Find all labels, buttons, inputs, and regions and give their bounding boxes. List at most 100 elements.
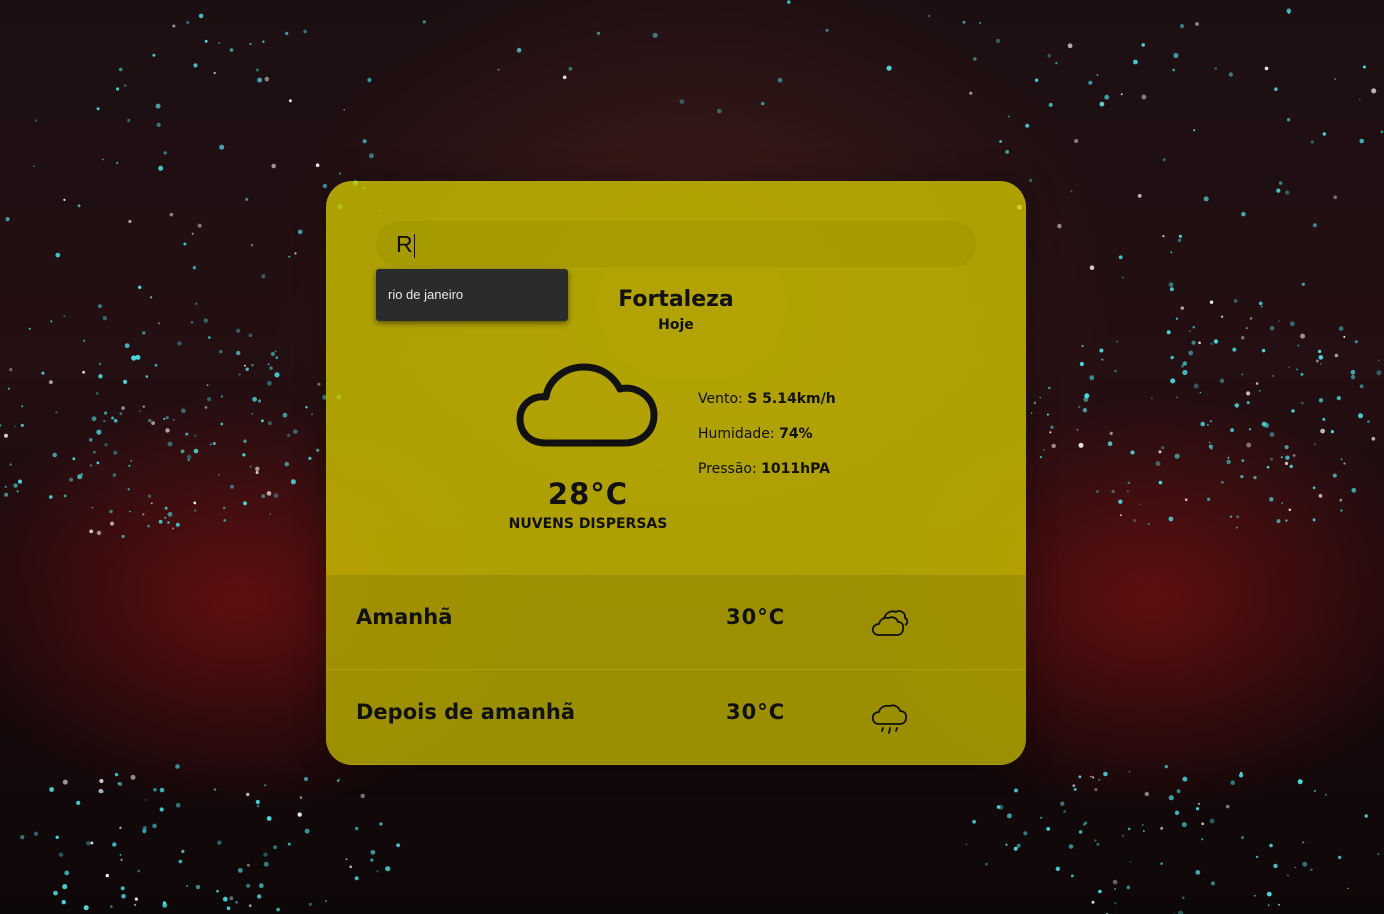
wind-value: S 5.14km/h [747, 391, 836, 407]
glow-particle [273, 845, 278, 850]
glow-particle [1179, 24, 1185, 29]
glow-particle [1111, 489, 1115, 494]
glow-particle [138, 285, 142, 289]
glow-particle [717, 108, 722, 114]
glow-particle [186, 21, 190, 24]
glow-particle [1168, 516, 1174, 522]
glow-particle [1127, 481, 1131, 485]
glow-particle [229, 48, 234, 52]
glow-particle [158, 165, 164, 171]
wind-detail: Vento: S 5.14km/h [698, 391, 836, 407]
glow-particle [1343, 462, 1346, 465]
glow-particle [191, 232, 194, 235]
glow-particle [1254, 894, 1256, 897]
glow-particle [101, 790, 104, 793]
glow-particle [175, 764, 180, 769]
glow-particle [1137, 194, 1142, 198]
glow-particle [249, 42, 252, 45]
glow-particle [263, 852, 268, 857]
glow-particle [1189, 330, 1191, 332]
glow-particle [266, 816, 272, 821]
glow-particle [1094, 839, 1097, 842]
glow-particle [1141, 94, 1147, 100]
glow-particle [1261, 348, 1266, 353]
glow-particle [119, 412, 123, 416]
glow-particle [1055, 866, 1061, 871]
glow-particle [131, 355, 137, 361]
glow-particle [142, 513, 145, 516]
glow-particle [1047, 53, 1052, 58]
glow-particle [1209, 818, 1215, 824]
glow-particle [362, 139, 367, 144]
glow-particle [1300, 333, 1306, 339]
forecast-day-label: Amanhã [356, 605, 453, 629]
glow-particle [204, 406, 208, 409]
weather-card: R rio de janeiro Fortaleza Hoje 28°C NUV… [326, 181, 1026, 765]
glow-particle [1170, 251, 1173, 254]
glow-particle [1007, 115, 1010, 118]
glow-particle [192, 266, 197, 270]
glow-particle [1195, 807, 1200, 811]
glow-particle [1273, 863, 1278, 869]
glow-particle [1158, 450, 1162, 454]
glow-particle [69, 477, 74, 482]
glow-particle [1351, 487, 1357, 493]
glow-particle [1089, 265, 1095, 271]
glow-particle [1103, 771, 1108, 777]
glow-particle [151, 421, 156, 425]
glow-particle [1300, 372, 1304, 376]
glow-particle [316, 448, 320, 452]
glow-particle [1249, 317, 1253, 320]
glow-particle [258, 883, 264, 889]
glow-particle [13, 483, 18, 488]
glow-particle [1227, 456, 1230, 459]
glow-particle [155, 103, 161, 109]
glow-particle [150, 502, 153, 505]
humidity-value: 74% [779, 426, 813, 442]
search-input[interactable]: R [376, 221, 976, 267]
glow-particle [1057, 223, 1062, 229]
glow-particle [4, 433, 8, 438]
glow-particle [244, 364, 246, 367]
glow-particle [310, 413, 314, 416]
glow-particle [213, 71, 216, 75]
glow-particle [1005, 150, 1010, 154]
glow-particle [297, 229, 303, 235]
glow-particle [1241, 336, 1245, 340]
glow-particle [249, 465, 252, 468]
glow-particle [158, 322, 160, 325]
glow-particle [1114, 902, 1117, 905]
glow-particle [1255, 382, 1259, 385]
glow-particle [777, 77, 783, 83]
glow-particle [1071, 874, 1074, 878]
glow-particle [282, 412, 288, 418]
glow-particle [158, 519, 163, 524]
glow-particle [1078, 442, 1084, 448]
glow-particle [1245, 327, 1248, 330]
search-input-value: R [396, 231, 413, 257]
glow-particle [1168, 795, 1174, 801]
glow-particle [98, 304, 102, 309]
glow-particle [1286, 8, 1292, 14]
glow-particle [222, 896, 228, 902]
glow-particle [139, 410, 141, 413]
glow-particle [267, 421, 272, 426]
glow-particle [152, 53, 156, 57]
glow-particle [1241, 459, 1245, 462]
glow-particle [596, 31, 601, 35]
glow-particle [275, 356, 279, 359]
glow-particle [1255, 855, 1259, 859]
glow-particle [1285, 190, 1290, 195]
glow-particle [1284, 445, 1289, 450]
glow-particle [1322, 132, 1327, 136]
glow-particle [274, 372, 280, 378]
glow-particle [186, 884, 189, 888]
glow-particle [317, 382, 321, 386]
glow-particle [422, 20, 426, 24]
glow-particle [1133, 59, 1138, 65]
glow-particle [1162, 235, 1165, 238]
glow-particle [246, 883, 251, 888]
glow-particle [110, 521, 114, 526]
glow-particle [1160, 862, 1163, 865]
glow-particle [1203, 196, 1209, 202]
